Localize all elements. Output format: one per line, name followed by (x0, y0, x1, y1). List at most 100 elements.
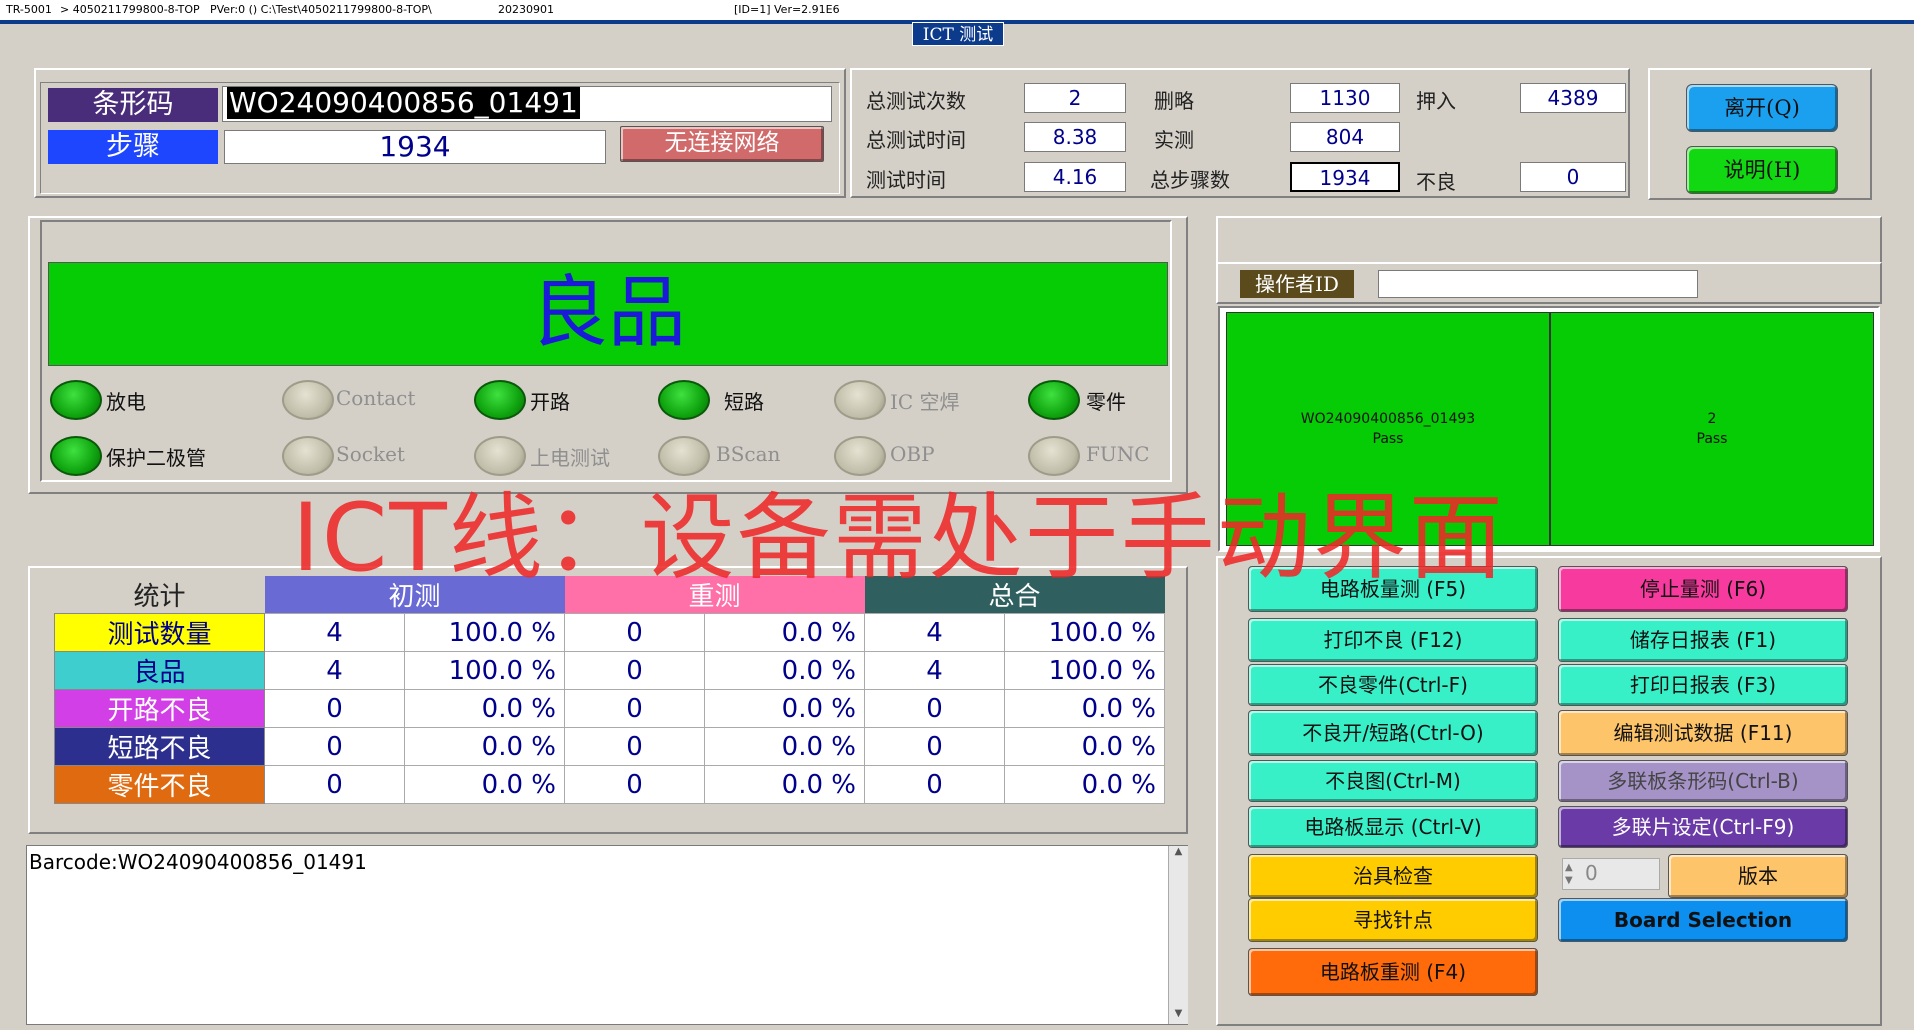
led-power-test-label: 上电测试 (530, 446, 610, 470)
led-discharge-label: 放电 (106, 390, 146, 414)
led-obp-indicator (834, 436, 886, 476)
count-cell: 4 (864, 613, 1005, 652)
exit-button[interactable]: 离开(Q) (1686, 84, 1838, 132)
total-steps-value: 1934 (1290, 162, 1400, 192)
table-row: 短路不良 0 0.0 % 0 0.0 % 0 0.0 % (54, 727, 1165, 766)
led-open-indicator (474, 380, 526, 420)
press-value: 4389 (1520, 83, 1626, 113)
percent-cell: 0.0 % (404, 727, 565, 766)
percent-cell: 0.0 % (1004, 727, 1165, 766)
skip-label: 删略 (1154, 89, 1194, 113)
help-button[interactable]: 说明(H) (1686, 146, 1838, 194)
led-power-test-indicator (474, 436, 526, 476)
table-row: 开路不良 0 0.0 % 0 0.0 % 0 0.0 % (54, 689, 1165, 728)
fail-parts-button[interactable]: 不良零件(Ctrl-F) (1248, 664, 1538, 706)
row-label: 短路不良 (54, 727, 265, 766)
board-panel-1-barcode: WO24090400856_01493 (1300, 411, 1476, 427)
log-area[interactable]: Barcode:WO24090400856_01491 (26, 845, 1188, 1025)
led-contact-indicator (282, 380, 334, 420)
fail-open-short-button[interactable]: 不良开/短路(Ctrl-O) (1248, 710, 1538, 756)
result-banner: 良品 (48, 262, 1168, 366)
network-status: 无连接网络 (620, 126, 824, 162)
led-socket-indicator (282, 436, 334, 476)
save-report-button[interactable]: 储存日报表 (F1) (1558, 618, 1848, 662)
count-cell: 4 (264, 651, 405, 690)
led-obp-label: OBP (890, 442, 935, 466)
count-cell: 0 (864, 689, 1005, 728)
board-test-button[interactable]: 电路板量测 (F5) (1248, 566, 1538, 612)
percent-cell: 0.0 % (704, 765, 865, 804)
operator-id-label: 操作者ID (1240, 270, 1354, 298)
statistics-header-row: 统计 初测 重测 总合 (55, 576, 1165, 614)
scroll-down-icon[interactable]: ▼ (1169, 1008, 1188, 1024)
board-panel-2-status: Pass (1696, 431, 1728, 447)
board-selection-button[interactable]: Board Selection (1558, 898, 1848, 942)
percent-cell: 0.0 % (1004, 689, 1165, 728)
row-label: 开路不良 (54, 689, 265, 728)
percent-cell: 100.0 % (1004, 651, 1165, 690)
test-time-value: 4.16 (1024, 162, 1126, 192)
skip-value: 1130 (1290, 83, 1400, 113)
led-func-label: FUNC (1086, 442, 1150, 466)
spinner-value: 0 (1585, 861, 1598, 885)
barcode-label: 条形码 (48, 88, 218, 122)
find-pin-button[interactable]: 寻找针点 (1248, 898, 1538, 942)
test-time-label: 测试时间 (866, 168, 946, 192)
program-path: PVer:0 () C:\Test\4050211799800-8-TOP\ (210, 3, 432, 16)
barcode-field[interactable]: WO24090400856_01491 (222, 86, 832, 122)
led-protect-diode-label: 保护二极管 (106, 446, 206, 470)
board-retest-button[interactable]: 电路板重测 (F4) (1248, 948, 1538, 996)
multi-setting-button[interactable]: 多联片设定(Ctrl-F9) (1558, 806, 1848, 848)
fail-label: 不良 (1416, 170, 1456, 194)
percent-cell: 100.0 % (404, 613, 565, 652)
percent-cell: 0.0 % (404, 689, 565, 728)
count-cell: 0 (264, 689, 405, 728)
board-count-spinner[interactable]: ▲ ▼ 0 (1562, 858, 1660, 890)
log-text: Barcode:WO24090400856_01491 (29, 850, 367, 874)
led-ic-solder-indicator (834, 380, 886, 420)
stats-panel (850, 68, 1630, 198)
spinner-arrows-icon[interactable]: ▲ ▼ (1565, 861, 1581, 887)
group-header-retest: 重测 (564, 576, 865, 614)
board-display-button[interactable]: 电路板显示 (Ctrl-V) (1248, 806, 1538, 848)
percent-cell: 0.0 % (704, 651, 865, 690)
app-name: TR-5001 (6, 3, 52, 16)
count-cell: 0 (864, 765, 1005, 804)
stop-test-button[interactable]: 停止量测 (F6) (1558, 566, 1848, 612)
count-cell: 0 (564, 651, 705, 690)
log-scrollbar[interactable]: ▲ ▼ (1168, 846, 1188, 1024)
fail-map-button[interactable]: 不良图(Ctrl-M) (1248, 760, 1538, 802)
led-bscan-indicator (658, 436, 710, 476)
row-label: 良品 (54, 651, 265, 690)
title-bar: TR-5001 > 4050211799800-8-TOP PVer:0 () … (0, 0, 1914, 20)
print-report-button[interactable]: 打印日报表 (F3) (1558, 664, 1848, 706)
press-label: 押入 (1416, 89, 1456, 113)
count-cell: 4 (864, 651, 1005, 690)
multi-barcode-button[interactable]: 多联板条形码(Ctrl-B) (1558, 760, 1848, 802)
fixture-check-button[interactable]: 治具检查 (1248, 854, 1538, 898)
edit-test-data-button[interactable]: 编辑测试数据 (F11) (1558, 710, 1848, 756)
measured-value: 804 (1290, 122, 1400, 152)
program-name: > 4050211799800-8-TOP (60, 3, 200, 16)
board-panel-2-index: 2 (1707, 411, 1717, 427)
operator-id-field[interactable] (1378, 270, 1698, 298)
print-fail-button[interactable]: 打印不良 (F12) (1248, 618, 1538, 662)
board-panel-2[interactable]: 2 Pass (1550, 312, 1874, 546)
total-time-label: 总测试时间 (866, 128, 966, 152)
count-cell: 0 (564, 613, 705, 652)
step-label: 步骤 (48, 130, 218, 164)
led-contact-label: Contact (336, 386, 416, 410)
window-title: ICT 测试 (912, 22, 1004, 46)
led-bscan-label: BScan (716, 442, 781, 466)
board-panel-1[interactable]: WO24090400856_01493 Pass (1226, 312, 1550, 546)
count-cell: 0 (564, 765, 705, 804)
table-row: 零件不良 0 0.0 % 0 0.0 % 0 0.0 % (54, 765, 1165, 804)
led-ic-solder-label: IC 空焊 (890, 390, 960, 414)
group-header-first: 初测 (264, 576, 565, 614)
version-button[interactable]: 版本 (1668, 854, 1848, 898)
barcode-value: WO24090400856_01491 (227, 86, 580, 119)
total-steps-label: 总步骤数 (1150, 168, 1230, 192)
percent-cell: 100.0 % (404, 651, 565, 690)
scroll-up-icon[interactable]: ▲ (1169, 846, 1188, 862)
count-cell: 4 (264, 613, 405, 652)
